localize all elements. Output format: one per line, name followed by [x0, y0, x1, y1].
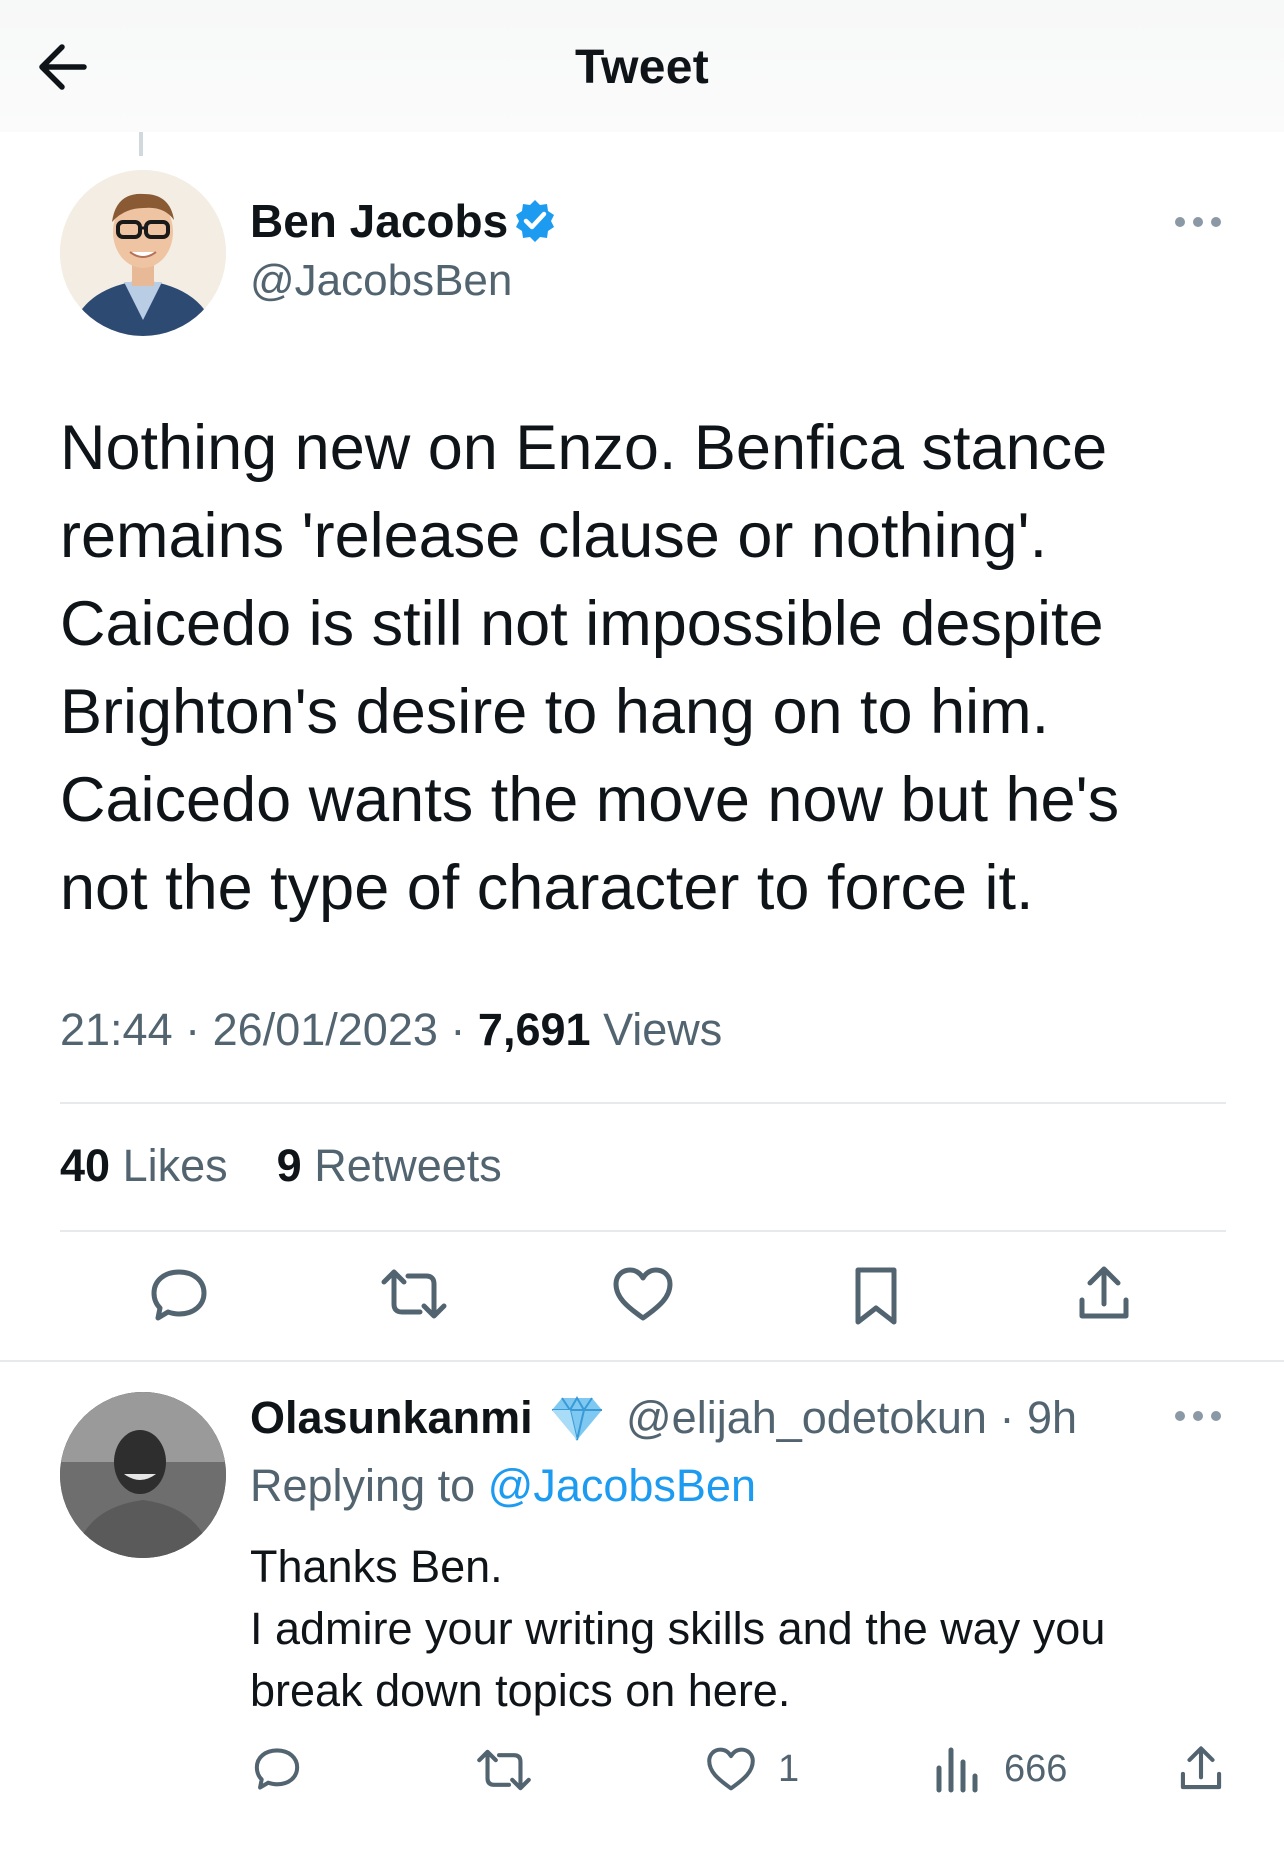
tweet-text-line: remains 'release clause or nothing'.	[60, 501, 1048, 571]
tweet-text-line: Caicedo is still not impossible despite	[60, 589, 1104, 659]
tweet-stats: 40 Likes 9 Retweets	[60, 1140, 502, 1192]
retweets-label: Retweets	[314, 1140, 502, 1191]
reply-button[interactable]	[148, 1264, 210, 1326]
reply-views-button[interactable]	[934, 1744, 980, 1794]
divider	[60, 1102, 1226, 1104]
reply-author-meta: @elijah_odetokun · 9h	[626, 1392, 1077, 1444]
reply-icon	[151, 1269, 207, 1321]
author-photo	[60, 170, 226, 336]
retweet-button[interactable]	[380, 1268, 448, 1320]
share-icon	[1180, 1746, 1222, 1790]
bookmark-button[interactable]	[852, 1266, 900, 1328]
reply-icon	[254, 1748, 300, 1790]
views-chart-icon	[936, 1747, 978, 1793]
reply-share-button[interactable]	[1178, 1744, 1224, 1794]
reply-author-handle[interactable]: @elijah_odetokun	[626, 1392, 987, 1443]
tweet-text-line: Caicedo wants the move now but he's	[60, 765, 1120, 835]
separator: ·	[999, 1392, 1015, 1443]
verified-badge-icon	[516, 200, 554, 242]
more-dots-icon	[1175, 217, 1221, 227]
separator: ·	[450, 1004, 466, 1055]
heart-icon	[613, 1267, 673, 1321]
reply-more-options-button[interactable]	[1172, 1404, 1224, 1428]
reply-time[interactable]: 9h	[1027, 1392, 1077, 1443]
tweet-meta: 21:44 · 26/01/2023 · 7,691 Views	[60, 1004, 722, 1056]
tweet-time[interactable]: 21:44	[60, 1004, 173, 1055]
likes-count: 40	[60, 1140, 111, 1191]
author-handle[interactable]: @JacobsBen	[250, 256, 512, 306]
reply-likes-count: 1	[778, 1748, 800, 1790]
tweet-text-line: Nothing new on Enzo. Benfica stance	[60, 413, 1108, 483]
reply-retweet-button[interactable]	[476, 1748, 532, 1792]
tweet-text: Nothing new on Enzo. Benfica stance rema…	[60, 404, 1230, 932]
reply-reply-button[interactable]	[252, 1744, 302, 1794]
reply-like-button[interactable]	[706, 1746, 756, 1792]
more-dots-icon	[1175, 1411, 1221, 1421]
more-options-button[interactable]	[1172, 210, 1224, 234]
divider	[60, 1230, 1226, 1232]
like-button[interactable]	[612, 1266, 674, 1322]
likes-stat[interactable]: 40 Likes	[60, 1140, 240, 1191]
separator: ·	[185, 1004, 201, 1055]
retweet-icon	[381, 1269, 447, 1319]
reply-text-line: I admire your writing skills and the way…	[250, 1603, 1106, 1654]
likes-label: Likes	[122, 1140, 228, 1191]
replying-handle-link[interactable]: @JacobsBen	[488, 1460, 756, 1511]
bookmark-icon	[855, 1267, 897, 1325]
reply-text: Thanks Ben. I admire your writing skills…	[250, 1536, 1230, 1722]
reply-author-name[interactable]: Olasunkanmi	[250, 1392, 533, 1444]
avatar[interactable]	[60, 170, 226, 336]
share-button[interactable]	[1076, 1264, 1132, 1324]
reply-avatar[interactable]	[60, 1392, 226, 1558]
heart-icon	[707, 1747, 755, 1791]
thread-line	[139, 132, 143, 156]
divider	[0, 1360, 1284, 1362]
reply-author-photo	[60, 1392, 226, 1558]
reply-views-count: 666	[1004, 1748, 1068, 1790]
top-bar: Tweet	[0, 0, 1284, 132]
tweet-text-line: Brighton's desire to hang on to him.	[60, 677, 1050, 747]
author-name[interactable]: Ben Jacobs	[250, 194, 508, 248]
tweet-date[interactable]: 26/01/2023	[213, 1004, 438, 1055]
replying-to: Replying to @JacobsBen	[250, 1460, 756, 1512]
views-count: 7,691	[477, 1004, 591, 1055]
retweet-icon	[477, 1749, 531, 1791]
retweets-stat[interactable]: 9 Retweets	[277, 1140, 502, 1191]
reply-text-line: break down topics on here.	[250, 1665, 791, 1716]
share-icon	[1079, 1266, 1129, 1319]
gem-icon	[552, 1396, 602, 1441]
views-label: Views	[603, 1004, 723, 1055]
replying-prefix: Replying to	[250, 1460, 476, 1511]
reply-text-line: Thanks Ben.	[250, 1541, 503, 1592]
retweets-count: 9	[276, 1140, 302, 1191]
page-title: Tweet	[575, 41, 709, 94]
tweet-text-line: not the type of character to force it.	[60, 853, 1034, 923]
